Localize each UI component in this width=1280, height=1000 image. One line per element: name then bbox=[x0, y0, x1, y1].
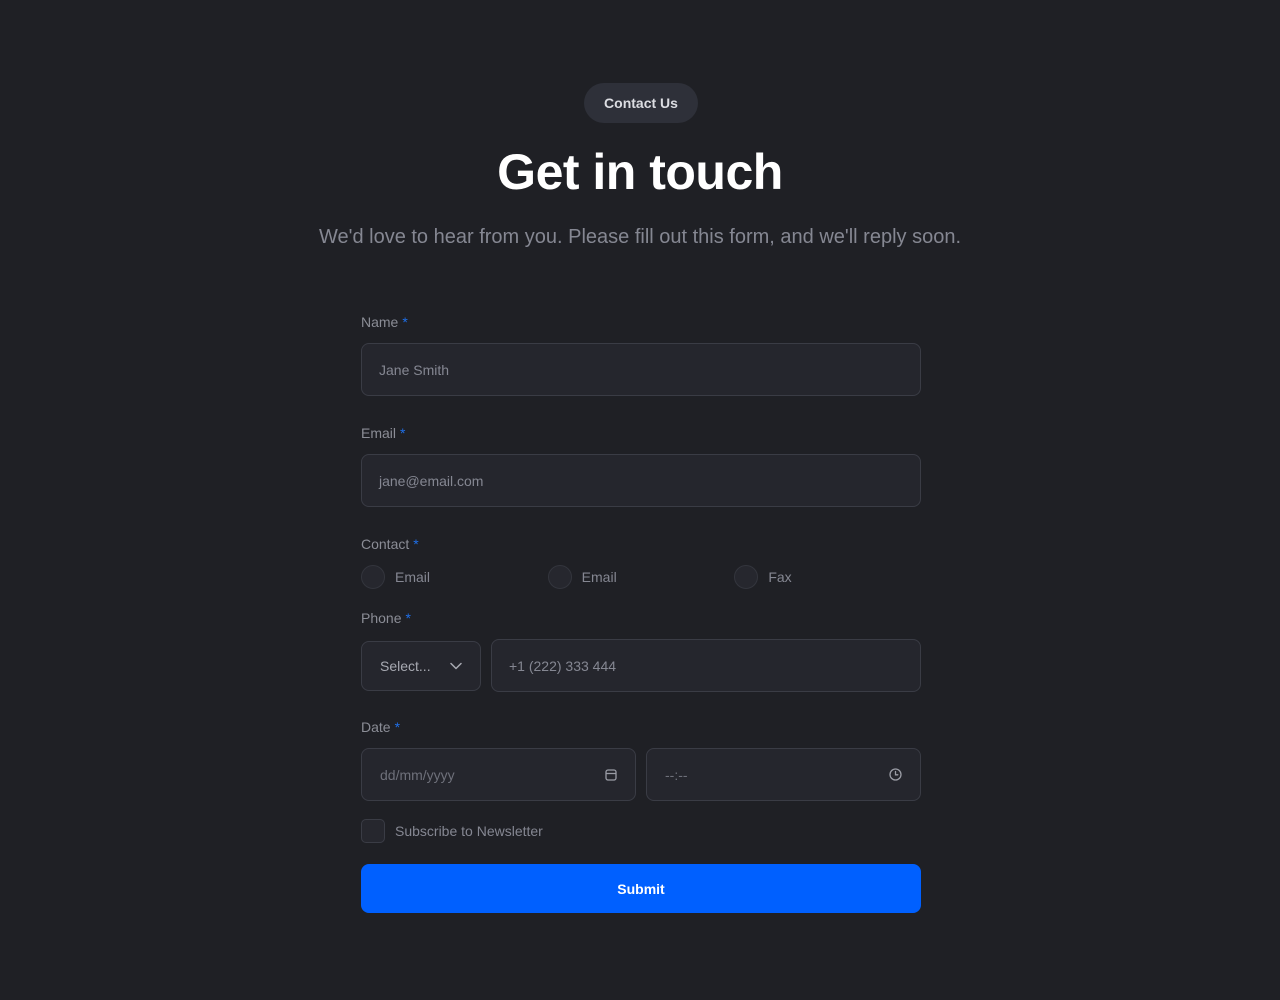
page-subtitle: We'd love to hear from you. Please fill … bbox=[318, 226, 961, 248]
calendar-icon[interactable] bbox=[605, 768, 617, 781]
radio-label: Fax bbox=[768, 569, 792, 585]
name-label: Name * bbox=[361, 314, 408, 330]
time-placeholder: --:-- bbox=[665, 766, 688, 783]
radio-label: Email bbox=[395, 569, 431, 585]
required-marker: * bbox=[405, 610, 411, 626]
newsletter-row[interactable]: Subscribe to Newsletter bbox=[361, 819, 921, 843]
required-marker: * bbox=[413, 536, 419, 552]
email-group: Email * jane@email.com bbox=[361, 423, 921, 507]
required-marker: * bbox=[394, 719, 401, 735]
name-input[interactable]: Jane Smith bbox=[361, 343, 921, 396]
radio-button[interactable] bbox=[361, 565, 385, 589]
radio-button[interactable] bbox=[734, 565, 759, 589]
contact-radio-email-1[interactable]: Email bbox=[361, 565, 548, 589]
submit-button[interactable]: Submit bbox=[361, 864, 921, 913]
required-marker: * bbox=[402, 314, 408, 330]
page-title: Get in touch bbox=[497, 144, 783, 200]
chevron-down-icon bbox=[450, 662, 462, 670]
phone-label: Phone * bbox=[361, 610, 411, 626]
phone-placeholder: +1 (222) 333 444 bbox=[509, 657, 617, 674]
time-input[interactable]: --:-- bbox=[646, 748, 921, 801]
date-input[interactable]: dd/mm/yyyy bbox=[361, 748, 636, 801]
name-group: Name * Jane Smith bbox=[361, 312, 921, 396]
radio-label: Email bbox=[581, 569, 617, 585]
contact-radio-email-2[interactable]: Email bbox=[547, 565, 735, 589]
email-label: Email * bbox=[361, 425, 406, 441]
phone-row: Select... +1 (222) 333 444 bbox=[361, 639, 921, 692]
newsletter-checkbox[interactable] bbox=[361, 819, 385, 843]
contact-label: Contact * bbox=[361, 536, 419, 552]
date-row: dd/mm/yyyy --:-- bbox=[361, 748, 921, 801]
contact-radio-group: Email Email Fax bbox=[361, 565, 921, 589]
country-code-select[interactable]: Select... bbox=[361, 641, 481, 691]
date-placeholder: dd/mm/yyyy bbox=[380, 766, 455, 783]
phone-group: Phone * Select... +1 (222) 333 444 bbox=[361, 608, 921, 692]
email-placeholder: jane@email.com bbox=[379, 472, 484, 489]
select-value: Select... bbox=[380, 658, 431, 674]
required-marker: * bbox=[400, 425, 406, 441]
clock-icon[interactable] bbox=[889, 768, 902, 781]
contact-form: Name * Jane Smith Email * jane@email.com C… bbox=[361, 312, 921, 913]
phone-input[interactable]: +1 (222) 333 444 bbox=[491, 639, 921, 692]
contact-us-badge: Contact Us bbox=[584, 83, 698, 123]
contact-group: Contact * Email Email Fax bbox=[361, 534, 921, 589]
date-label: Date * bbox=[361, 719, 401, 735]
contact-radio-fax[interactable]: Fax bbox=[734, 565, 921, 589]
email-input[interactable]: jane@email.com bbox=[361, 454, 921, 507]
date-group: Date * dd/mm/yyyy --:-- bbox=[361, 717, 921, 801]
radio-button[interactable] bbox=[547, 565, 572, 589]
newsletter-label: Subscribe to Newsletter bbox=[395, 823, 543, 839]
name-placeholder: Jane Smith bbox=[379, 361, 450, 378]
